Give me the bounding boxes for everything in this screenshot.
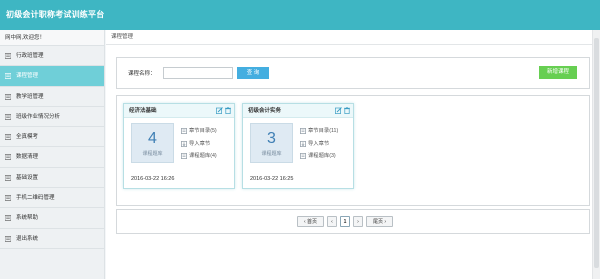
main-content: 课程管理 课程名称： 查 询 新增课程 经济法基础 4 课程题库 章节目录(5) [106,30,600,279]
course-title: 经济法基础 [129,108,157,114]
last-page-label: 尾页 [372,219,383,225]
list-icon [5,134,11,141]
chapter-catalog-link[interactable]: 章节目录(11) [300,125,338,138]
question-bank-link[interactable]: 课程题库(4) [181,150,217,163]
vertical-scrollbar[interactable] [592,30,600,279]
sidebar-item-label: 班级作业情况分析 [16,113,61,120]
chapter-catalog-link[interactable]: 章节目录(5) [181,125,217,138]
course-list: 经济法基础 4 课程题库 章节目录(5) 导入章节 课程题库(4) 2016-0… [116,95,590,206]
last-page-button[interactable]: 尾页 › [366,216,393,227]
sidebar-item-label: 全真模考 [16,134,39,141]
sidebar-item-label: 教学班管理 [16,93,44,100]
course-actions: 章节目录(5) 导入章节 课程题库(4) [181,125,217,163]
import-icon [181,140,187,147]
question-bank-link-label: 课程题库(3) [308,153,336,159]
sidebar-item-basic-settings[interactable]: 基础设置 [0,168,104,189]
import-chapter-link[interactable]: 导入章节 [181,138,217,151]
delete-icon[interactable] [225,107,231,114]
question-bank-count[interactable]: 3 课程题库 [250,123,293,163]
import-chapter-label: 导入章节 [308,140,330,147]
sidebar-item-data-cleanup[interactable]: 数据清理 [0,147,104,168]
top-header: 初级会计职称考试训练平台 [0,0,600,30]
delete-icon[interactable] [344,107,350,114]
question-bank-link-label: 课程题库(4) [189,153,217,159]
document-icon [300,153,306,159]
sidebar-item-label: 数据清理 [16,154,39,161]
course-card-header: 初级会计实务 [243,104,353,118]
course-card: 经济法基础 4 课程题库 章节目录(5) 导入章节 课程题库(4) 2016-0… [123,103,235,189]
question-bank-label: 课程题库 [142,151,163,157]
course-title: 初级会计实务 [248,108,282,114]
course-date: 2016-03-22 16:25 [250,176,294,182]
list-icon [5,93,11,100]
search-toolbar: 课程名称： 查 询 新增课程 [116,57,590,89]
list-icon [5,235,11,242]
sidebar-item-homework-analysis[interactable]: 班级作业情况分析 [0,107,104,128]
question-bank-count[interactable]: 4 课程题库 [131,123,174,163]
add-course-button[interactable]: 新增课程 [539,66,577,79]
import-chapter-label: 导入章节 [189,140,211,147]
list-icon [5,114,11,120]
sidebar-item-course-management[interactable]: 课程管理 [0,66,104,87]
app-title: 初级会计职称考试训练平台 [6,10,105,19]
page-number-current[interactable]: 1 [340,216,350,227]
list-icon [5,195,11,201]
list-icon [5,154,11,161]
sidebar-item-label: 退出系统 [16,235,39,242]
sidebar: 网中网,欢迎您！ 行政班管理 课程管理 教学班管理 班级作业情况分析 全真模考 … [0,30,105,279]
chapter-catalog-label: 章节目录(5) [189,128,217,134]
breadcrumb: 课程管理 [106,30,600,45]
scrollbar-thumb[interactable] [594,38,599,268]
question-bank-number: 3 [267,130,276,147]
document-icon [181,153,187,159]
list-icon [5,53,11,59]
course-actions: 章节目录(11) 导入章节 课程题库(3) [300,125,338,163]
next-page-button[interactable]: › [353,216,363,227]
prev-page-button[interactable]: ‹ [327,216,337,227]
course-date: 2016-03-22 16:26 [131,176,175,182]
sidebar-item-admin-class[interactable]: 行政班管理 [0,46,104,67]
sidebar-item-label: 手机二维码管理 [16,195,55,202]
course-card: 初级会计实务 3 课程题库 章节目录(11) 导入章节 课程题库(3) 2016… [242,103,354,189]
import-icon [300,140,306,147]
search-button[interactable]: 查 询 [237,67,269,79]
pagination: ‹ 首页 ‹ 1 › 尾页 › [116,209,590,234]
sidebar-item-teaching-class[interactable]: 教学班管理 [0,87,104,107]
first-page-label: 首页 [307,219,318,225]
sidebar-item-mock-exam[interactable]: 全真模考 [0,127,104,148]
first-page-button[interactable]: ‹ 首页 [297,216,324,227]
edit-icon[interactable] [335,107,342,114]
list-icon [5,174,11,181]
sidebar-item-label: 课程管理 [16,73,39,80]
course-card-header: 经济法基础 [124,104,234,118]
sidebar-item-system-help[interactable]: 系统帮助 [0,208,104,229]
course-name-input[interactable] [163,67,233,79]
question-bank-label: 课程题库 [261,151,282,157]
chapter-catalog-label: 章节目录(11) [308,128,339,134]
list-icon [5,73,11,80]
sidebar-item-label: 系统帮助 [16,215,39,222]
edit-icon[interactable] [216,107,223,114]
document-icon [181,128,187,134]
welcome-text: 网中网,欢迎您！ [0,30,104,46]
search-label: 课程名称： [128,71,156,77]
sidebar-item-qrcode-management[interactable]: 手机二维码管理 [0,188,104,209]
question-bank-link[interactable]: 课程题库(3) [300,150,338,163]
sidebar-item-label: 行政班管理 [16,53,44,59]
list-icon [5,215,11,222]
last-page-chevron-icon: › [382,219,387,225]
import-chapter-link[interactable]: 导入章节 [300,138,338,151]
sidebar-item-label: 基础设置 [16,174,39,181]
sidebar-item-logout[interactable]: 退出系统 [0,229,104,249]
question-bank-number: 4 [148,130,157,147]
document-icon [300,128,306,134]
